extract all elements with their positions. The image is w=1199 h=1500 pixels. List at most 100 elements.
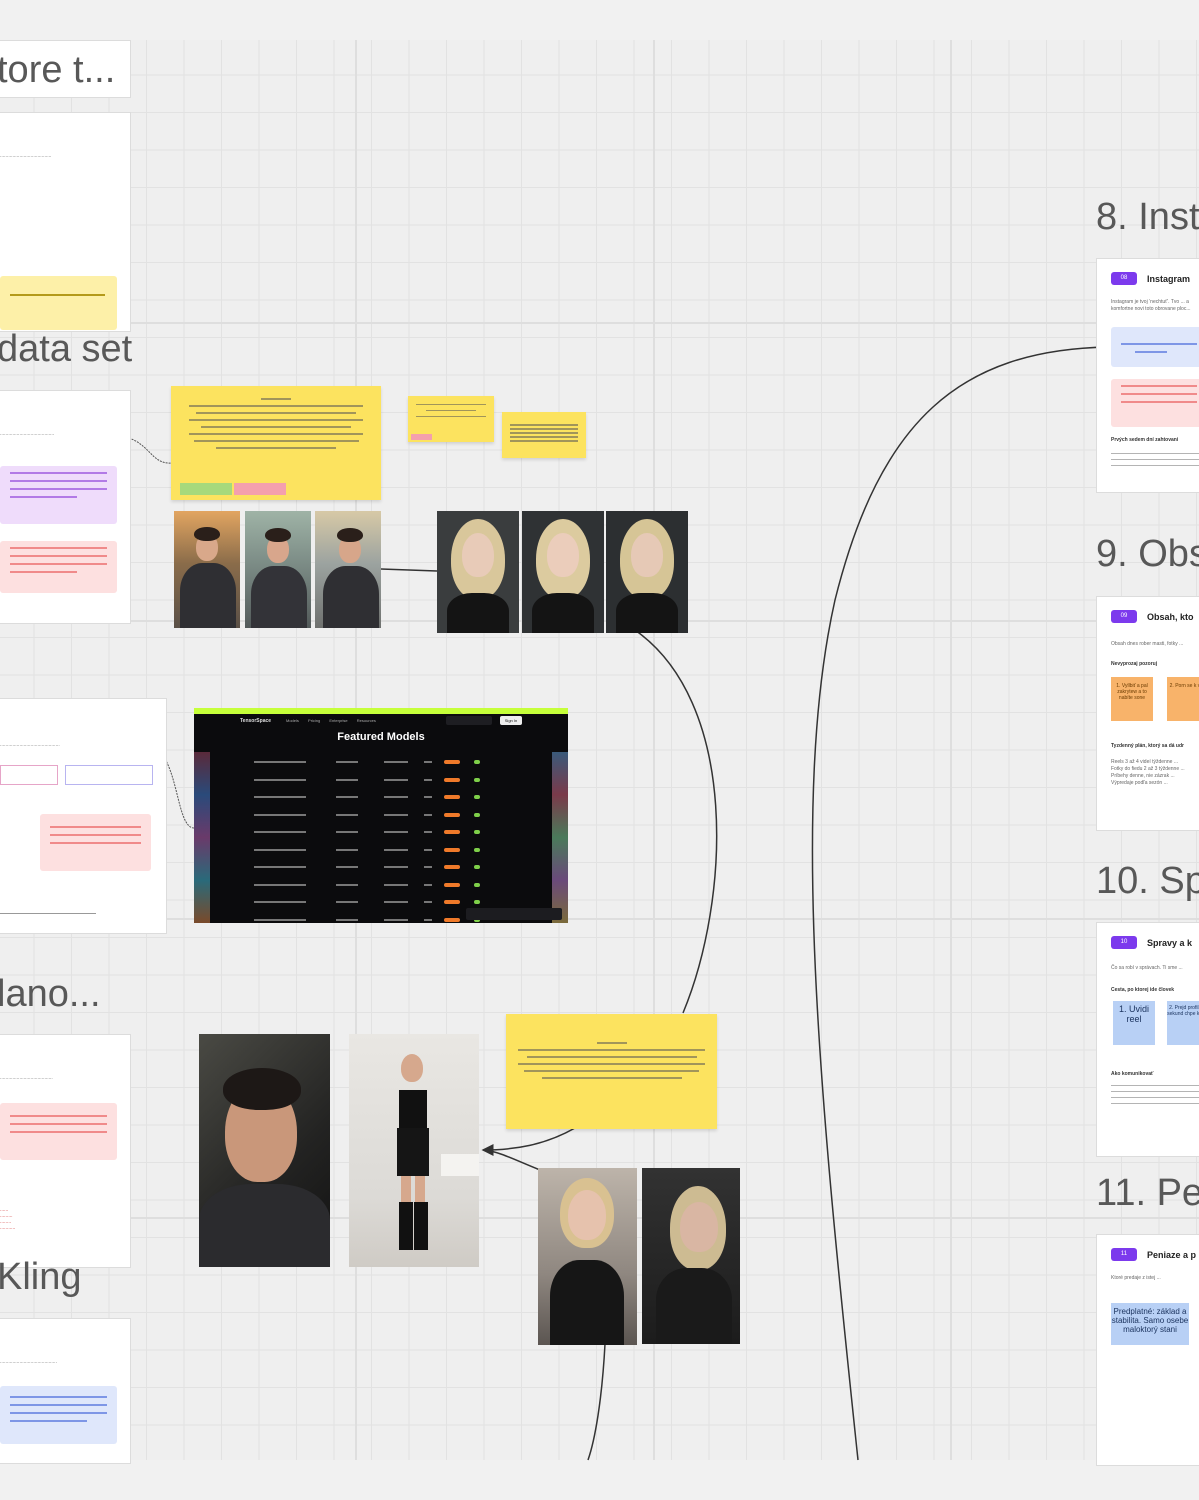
card-title: Spravy a k [1147, 938, 1193, 948]
site-signin-button[interactable]: Sign In [500, 716, 522, 725]
photo-thumbnail[interactable] [199, 1034, 330, 1267]
model-row[interactable] [254, 865, 488, 869]
left-card-2[interactable]: ....................................... [0, 390, 131, 624]
card-text: Čo sa robí v správach. Ti sme ... [1111, 965, 1183, 971]
photo-thumbnail[interactable] [538, 1168, 637, 1345]
text-lines [1111, 1085, 1199, 1109]
right-card-10[interactable]: 10 Spravy a k Čo sa robí v správach. Ti … [1096, 922, 1199, 1157]
divider [0, 913, 96, 914]
photo-thumbnail[interactable] [522, 511, 604, 633]
side-thumbnails [552, 752, 568, 923]
model-row[interactable] [254, 795, 488, 799]
section-heading: data set [0, 328, 133, 370]
card-badge: 08 [1111, 272, 1137, 285]
model-row[interactable] [254, 900, 488, 904]
sticky-note[interactable] [506, 1014, 717, 1129]
blue-block [1111, 327, 1199, 367]
card-text: ........................................… [0, 742, 60, 748]
pink-block [1111, 379, 1199, 427]
model-row[interactable] [254, 917, 488, 922]
plan-row: Fotky do fiedu 2 až 3 týždenne ... [1111, 766, 1185, 772]
section-heading: 8. Inst [1096, 196, 1199, 238]
left-card-4[interactable]: ...................................... .… [0, 1034, 131, 1268]
left-card-1[interactable]: ..................................... [0, 112, 131, 332]
connector-line [484, 1149, 541, 1171]
side-thumbnails [194, 752, 210, 923]
right-card-8[interactable]: 08 Instagram Instagram je tvoj ‘nechtuť’… [1096, 258, 1199, 493]
sticky-text-lines [189, 398, 363, 454]
pink-block [40, 814, 151, 871]
text-lines [1111, 453, 1199, 471]
section-heading: Kling [0, 1256, 82, 1298]
card-section: Ako komunikovať [1111, 1071, 1154, 1077]
card-badge: 11 [1111, 1248, 1137, 1261]
sticky-note[interactable] [502, 412, 586, 458]
left-card-5[interactable]: ........................................… [0, 1318, 131, 1464]
photo-thumbnail[interactable] [174, 511, 240, 628]
promo-banner [194, 708, 568, 714]
photo-thumbnail[interactable] [315, 511, 381, 628]
model-row[interactable] [254, 847, 488, 852]
card-footer: Prvých sedem dní zahtovani [1111, 437, 1179, 443]
model-row[interactable] [254, 777, 488, 782]
card-title: Peniaze a p [1147, 1250, 1197, 1260]
note-block [0, 276, 117, 330]
card-badge: 10 [1111, 936, 1137, 949]
card-section: Cesta, po ktorej ide človek [1111, 987, 1175, 993]
sticky-text-lines [518, 1042, 705, 1084]
photo-thumbnail[interactable] [606, 511, 688, 633]
model-row[interactable] [254, 812, 488, 817]
site-title: Featured Models [337, 731, 425, 743]
model-row[interactable] [254, 882, 488, 887]
section-frame[interactable]: tore t... [0, 40, 131, 98]
blue-note: Predplatné: základ a stabilita. Samo ose… [1111, 1303, 1189, 1345]
blue-note: 2. Prejd profil, do sekund chpe kto je [1167, 1001, 1199, 1045]
orange-note: 2. Porn se k vlsy [1167, 677, 1199, 721]
card-text: Obsah dnes rober masti, fotky ... [1111, 641, 1184, 647]
connector-line [380, 568, 438, 572]
connector-line [481, 1127, 576, 1156]
card-text: Ktoré predaje z istej ... [1111, 1275, 1161, 1281]
model-row[interactable] [254, 760, 488, 764]
photo-thumbnail[interactable] [349, 1034, 479, 1267]
card-title: Obsah, kto [1147, 612, 1194, 622]
right-card-11[interactable]: 11 Peniaze a p Ktoré predaje z istej ...… [1096, 1234, 1199, 1466]
card-text: ........................................… [0, 1359, 57, 1365]
section-heading: 10. Sp [1096, 860, 1199, 902]
website-screenshot[interactable]: TensorSpace Models Pricing Enterprise Re… [194, 708, 568, 923]
card-text: ....................................... [0, 431, 55, 437]
plan-row: Príbehy denne, nie zázrak ... [1111, 773, 1175, 779]
sticky-text-lines [416, 404, 486, 422]
plan-row: Výpredaje podľa sezón ... [1111, 780, 1168, 786]
photo-thumbnail[interactable] [437, 511, 519, 633]
section-heading: lano... [0, 973, 101, 1015]
section-heading: tore t... [0, 49, 116, 91]
model-row[interactable] [254, 830, 488, 834]
site-search[interactable] [446, 716, 492, 725]
connector-line [811, 341, 1110, 1461]
site-nav: Models Pricing Enterprise Resources [286, 718, 376, 723]
card-section: Tyzdenný plán, ktorý sa dá udr [1111, 743, 1184, 749]
card-text: ...................................... [0, 1075, 53, 1081]
section-heading: 11. Pe [1096, 1172, 1199, 1214]
sticky-note[interactable] [171, 386, 381, 500]
right-card-9[interactable]: 09 Obsah, kto Obsah dnes rober masti, fo… [1096, 596, 1199, 831]
photo-thumbnail[interactable] [642, 1168, 740, 1344]
input-box [0, 765, 58, 785]
red-list: .................................. [0, 1207, 16, 1231]
photo-thumbnail[interactable] [245, 511, 311, 628]
card-section: Nevyprozaj pozoruj [1111, 661, 1158, 667]
card-badge: 09 [1111, 610, 1137, 623]
pink-tag [234, 483, 286, 495]
plan-row: Reels 3 až 4 videí týždenne ... [1111, 759, 1178, 765]
sticky-note[interactable] [408, 396, 494, 442]
pink-block [0, 541, 117, 593]
cookie-banner[interactable] [466, 908, 562, 920]
blue-block [0, 1386, 117, 1444]
sticky-text-lines [510, 424, 578, 444]
input-box [65, 765, 153, 785]
site-brand: TensorSpace [240, 718, 272, 724]
card-text: ..................................... [0, 153, 52, 159]
left-card-3[interactable]: ........................................… [0, 698, 167, 934]
card-title: Instagram [1147, 274, 1191, 284]
